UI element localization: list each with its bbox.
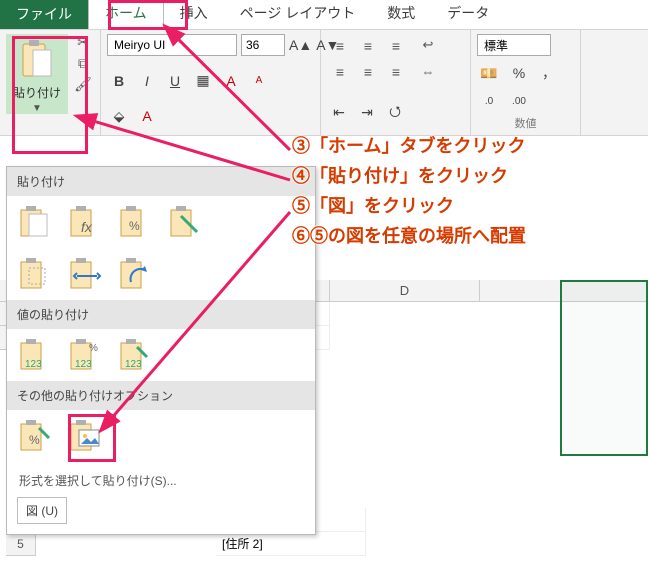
fill-color-button[interactable]: ⬙ <box>107 105 131 127</box>
paste-keep-width-icon[interactable] <box>67 256 103 292</box>
tab-data[interactable]: データ <box>431 0 505 29</box>
ruby-icon[interactable]: A <box>219 70 243 92</box>
svg-text:%: % <box>129 219 140 233</box>
cut-icon[interactable]: ✂ <box>72 34 94 51</box>
paste-other-title: その他の貼り付けオプション <box>7 381 315 410</box>
svg-text:fx: fx <box>81 219 93 235</box>
paste-keep-source-icon[interactable] <box>167 204 203 240</box>
tab-home[interactable]: ホーム <box>88 0 164 29</box>
paste-label: 貼り付け <box>13 84 61 101</box>
indent-inc-button[interactable]: ⇥ <box>355 102 379 124</box>
paste-formula-number-icon[interactable]: % <box>117 204 153 240</box>
font-size-input[interactable] <box>241 34 285 56</box>
grow-font-icon[interactable]: A▲ <box>289 34 312 56</box>
annotation-line-1: ③「ホーム」タブをクリック <box>292 132 525 158</box>
merge-button[interactable]: ⇔ <box>415 60 441 82</box>
paste-picture-tooltip: 図 (U) <box>17 497 67 524</box>
paste-values-icon[interactable]: 123 <box>17 337 53 373</box>
paste-transpose-icon[interactable] <box>117 256 153 292</box>
cell-b5[interactable]: [住所 2] <box>216 532 366 556</box>
svg-text:123: 123 <box>75 359 92 370</box>
annotation-line-4: ⑥⑤の図を任意の場所へ配置 <box>292 222 526 248</box>
format-painter-icon[interactable]: 🖌 <box>72 76 94 93</box>
annotation-line-2: ④「貼り付け」をクリック <box>292 162 508 188</box>
svg-text:123: 123 <box>25 359 42 370</box>
font-color-button[interactable]: A <box>135 105 159 127</box>
svg-text:123: 123 <box>125 359 142 370</box>
svg-text:%: % <box>29 433 40 447</box>
percent-button[interactable]: % <box>507 62 531 84</box>
ribbon: 貼り付け ▼ ✂ ⧉ 🖌 A▲ A▼ B I U ▦ A A ⬙ A <box>0 30 648 136</box>
svg-text:%: % <box>89 343 98 354</box>
col-header-d[interactable]: D <box>330 280 480 301</box>
ruby-small-icon[interactable]: A <box>247 70 271 92</box>
alignment-grid[interactable]: ≡≡≡ ≡≡≡ <box>327 34 409 84</box>
decrease-decimal-button[interactable]: .0 <box>477 91 501 113</box>
italic-button[interactable]: I <box>135 70 159 92</box>
font-name-input[interactable] <box>107 34 237 56</box>
paste-formula-icon[interactable]: fx <box>67 204 103 240</box>
currency-button[interactable]: 💴 <box>477 62 501 84</box>
paste-formatting-icon[interactable]: % <box>17 418 53 454</box>
wrap-text-button[interactable]: ↩ <box>415 34 441 56</box>
paste-dropdown-panel: 貼り付け fx % 値の貼り付け 123 123% 123 その他の貼り付けオプ… <box>6 166 316 535</box>
underline-button[interactable]: U <box>163 70 187 92</box>
row-header-5[interactable]: 5 <box>6 532 36 556</box>
paste-dropdown-icon[interactable]: ▼ <box>32 103 42 114</box>
clipboard-mini: ✂ ⧉ 🖌 <box>72 34 94 93</box>
paste-as-picture-icon[interactable] <box>67 418 103 454</box>
paste-values-format-icon[interactable]: 123 <box>117 337 153 373</box>
paste-section-title: 貼り付け <box>7 167 315 196</box>
copy-icon[interactable]: ⧉ <box>72 55 94 72</box>
indent-dec-button[interactable]: ⇤ <box>327 102 351 124</box>
clipboard-icon <box>19 38 55 82</box>
tab-file[interactable]: ファイル <box>0 0 88 29</box>
paste-values-title: 値の貼り付け <box>7 300 315 329</box>
tab-insert[interactable]: 挿入 <box>164 0 224 29</box>
bold-button[interactable]: B <box>107 70 131 92</box>
annotation-line-3: ⑤「図」をクリック <box>292 192 454 218</box>
selection-outline <box>560 280 648 456</box>
border-button[interactable]: ▦ <box>191 70 215 92</box>
tab-page-layout[interactable]: ページ レイアウト <box>224 0 372 29</box>
increase-decimal-button[interactable]: .00 <box>507 91 531 113</box>
paste-button[interactable]: 貼り付け ▼ <box>6 34 68 114</box>
paste-values-number-icon[interactable]: 123% <box>67 337 103 373</box>
paste-noborder-icon[interactable] <box>17 256 53 292</box>
paste-special-item[interactable]: 形式を選択して貼り付け(S)... <box>7 462 315 495</box>
number-format-select[interactable] <box>477 34 551 56</box>
tab-formula[interactable]: 数式 <box>371 0 431 29</box>
comma-button[interactable]: ， <box>537 62 561 84</box>
tab-strip: ファイル ホーム 挿入 ページ レイアウト 数式 データ <box>0 0 648 30</box>
paste-normal-icon[interactable] <box>17 204 53 240</box>
orientation-button[interactable]: ⭯ <box>383 102 407 124</box>
